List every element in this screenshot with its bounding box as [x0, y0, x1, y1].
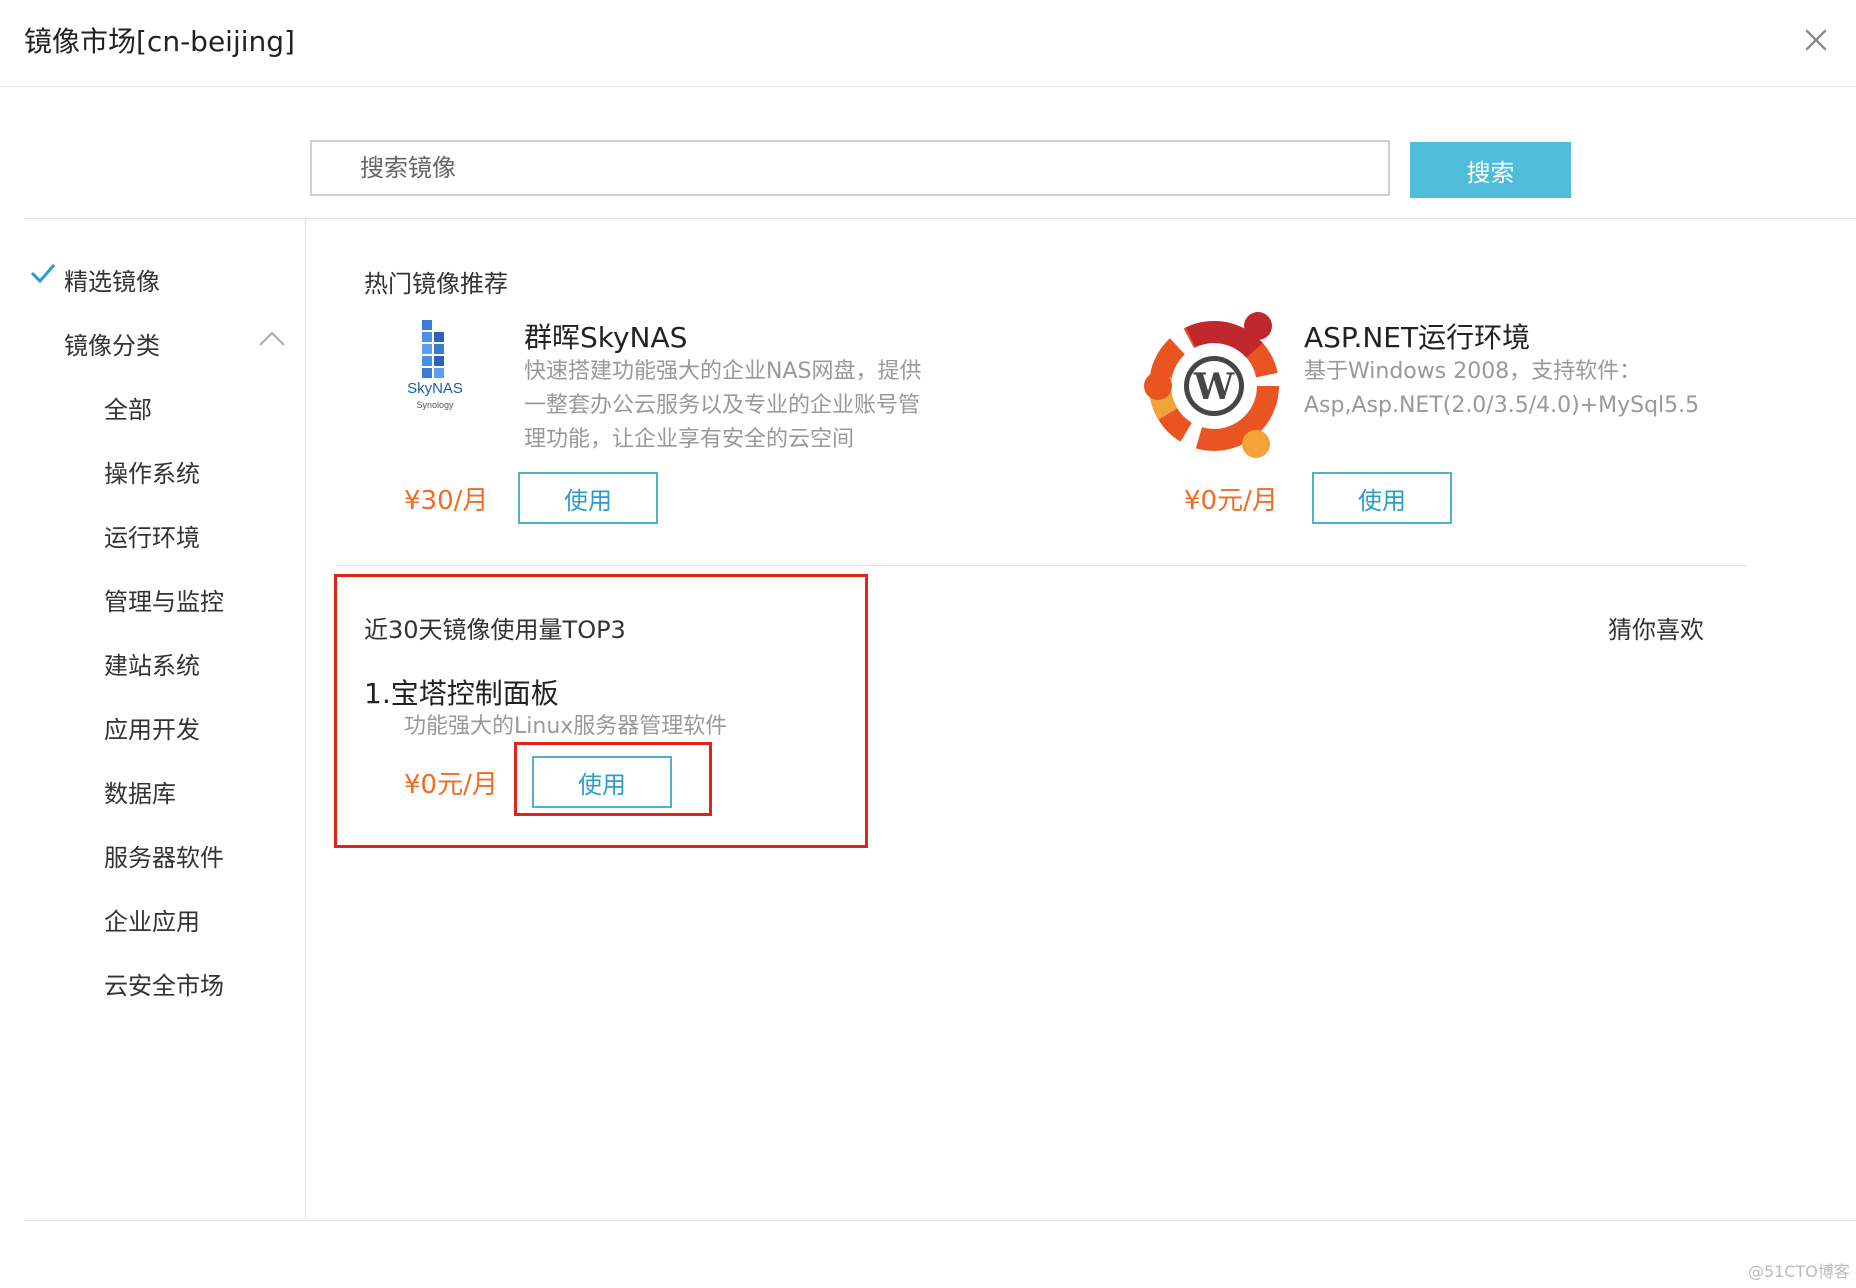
price-skynas: ¥30/月: [404, 486, 489, 516]
skynas-logo-text: SkyNAS: [407, 380, 463, 397]
sidebar-item-appdev[interactable]: 应用开发: [104, 710, 200, 745]
desc-line: 快速搭建功能强大的企业NAS网盘，提供: [524, 359, 922, 384]
sidebar-item-featured[interactable]: 精选镜像: [64, 262, 160, 297]
hot-section-title: 热门镜像推荐: [364, 270, 508, 298]
desc-line: 基于Windows 2008，支持软件：: [1304, 359, 1642, 384]
check-icon: [30, 262, 56, 288]
search-input[interactable]: [310, 140, 1390, 196]
sidebar-item-monitoring[interactable]: 管理与监控: [104, 582, 224, 617]
card-title-skynas[interactable]: 群晖SkyNAS: [524, 316, 687, 356]
synology-logo-text: Synology: [416, 400, 454, 410]
card-desc-aspnet: 基于Windows 2008，支持软件： Asp,Asp.NET(2.0/3.5…: [1304, 355, 1744, 423]
close-icon[interactable]: [1798, 22, 1834, 58]
svg-text:W: W: [1193, 366, 1235, 408]
sidebar-item-categories[interactable]: 镜像分类: [64, 326, 160, 361]
search-button[interactable]: 搜索: [1410, 142, 1571, 198]
content-divider: [24, 218, 1856, 219]
guess-section-title: 猜你喜欢: [1608, 616, 1704, 644]
sidebar-item-server-software[interactable]: 服务器软件: [104, 838, 224, 873]
sidebar-item-runtime[interactable]: 运行环境: [104, 518, 200, 553]
top3-item-price: ¥0元/月: [404, 770, 498, 800]
desc-line: Asp,Asp.NET(2.0/3.5/4.0)+MySql5.5: [1304, 393, 1700, 418]
sidebar-item-all[interactable]: 全部: [104, 390, 152, 425]
dialog-title: 镜像市场[cn-beijing]: [24, 25, 295, 58]
header-divider: [0, 86, 1856, 87]
top3-section-title: 近30天镜像使用量TOP3: [364, 616, 626, 644]
sidebar-item-website[interactable]: 建站系统: [104, 646, 200, 681]
sidebar-item-security-market[interactable]: 云安全市场: [104, 966, 224, 1001]
use-button-baota[interactable]: 使用: [532, 756, 672, 808]
use-button-aspnet[interactable]: 使用: [1312, 472, 1452, 524]
card-title-aspnet[interactable]: ASP.NET运行环境: [1304, 316, 1530, 356]
sidebar-item-enterprise[interactable]: 企业应用: [104, 902, 200, 937]
desc-line: 一整套办公云服务以及专业的企业账号管: [524, 393, 921, 418]
price-aspnet: ¥0元/月: [1184, 486, 1278, 516]
sidebar-item-database[interactable]: 数据库: [104, 774, 176, 809]
skynas-logo: SkyNAS Synology: [400, 318, 470, 418]
use-button-skynas[interactable]: 使用: [518, 472, 658, 524]
sidebar-divider: [305, 218, 306, 1220]
top3-item-desc: 功能强大的Linux服务器管理软件: [404, 714, 728, 739]
sidebar-item-os[interactable]: 操作系统: [104, 454, 200, 489]
watermark: @51CTO博客: [1748, 1262, 1850, 1281]
footer-divider: [24, 1220, 1856, 1221]
chevron-up-icon[interactable]: [258, 330, 286, 352]
top3-item-title[interactable]: 1.宝塔控制面板: [364, 672, 559, 712]
card-desc-skynas: 快速搭建功能强大的企业NAS网盘，提供 一整套办公云服务以及专业的企业账号管 理…: [524, 355, 984, 457]
desc-line: 理功能，让企业享有安全的云空间: [524, 427, 855, 452]
section-divider: [336, 565, 1746, 566]
wordpress-ubuntu-logo: W: [1140, 310, 1284, 460]
